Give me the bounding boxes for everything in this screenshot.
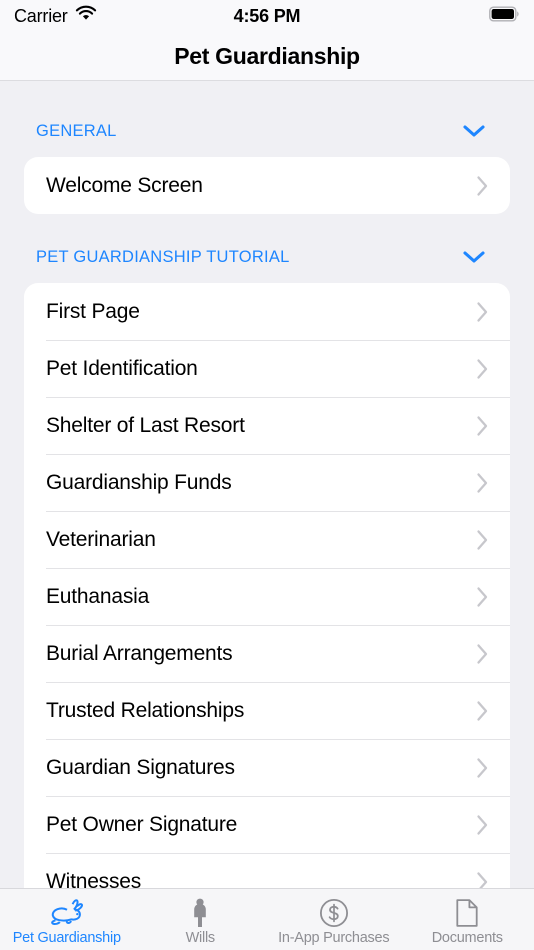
rabbit-icon: [49, 898, 85, 928]
wifi-icon: [75, 5, 97, 27]
chevron-right-icon: [472, 585, 492, 609]
tab-bar: Pet Guardianship Wills In-App Purchases Doc…: [0, 888, 534, 950]
person-icon: [189, 898, 211, 928]
dollar-circle-icon: [319, 898, 349, 928]
list-item[interactable]: Veterinarian: [24, 511, 510, 568]
list-item[interactable]: First Page: [24, 283, 510, 340]
section-header[interactable]: PET GUARDIANSHIP TUTORIAL: [0, 244, 534, 270]
chevron-right-icon: [472, 756, 492, 780]
document-icon: [455, 898, 479, 928]
list-item-label: Veterinarian: [46, 527, 156, 551]
chevron-right-icon: [472, 642, 492, 666]
tab-label: Wills: [185, 929, 216, 946]
chevron-right-icon: [472, 300, 492, 324]
status-bar-left: Carrier: [14, 5, 97, 27]
navigation-bar: Pet Guardianship: [0, 32, 534, 81]
tab-label: Documents: [431, 929, 503, 946]
chevron-right-icon: [472, 699, 492, 723]
list-item-label: Pet Identification: [46, 356, 198, 380]
battery-full-icon: [489, 6, 520, 27]
list-item-label: Shelter of Last Resort: [46, 413, 245, 437]
list-item[interactable]: Shelter of Last Resort: [24, 397, 510, 454]
tab-in-app-purchases[interactable]: In-App Purchases: [267, 889, 401, 950]
chevron-down-icon[interactable]: [461, 244, 487, 270]
tab-documents[interactable]: Documents: [401, 889, 534, 950]
list-item-label: Trusted Relationships: [46, 698, 245, 722]
page-title: Pet Guardianship: [174, 42, 360, 69]
chevron-right-icon: [472, 174, 492, 198]
list-item-label: Pet Owner Signature: [46, 812, 238, 836]
section-general: GENERAL Welcome Screen: [0, 118, 534, 214]
tab-label: In-App Purchases: [278, 929, 390, 946]
list-item-label: Guardianship Funds: [46, 470, 232, 494]
tab-pet-guardianship[interactable]: Pet Guardianship: [0, 889, 134, 950]
list-item[interactable]: Welcome Screen: [24, 157, 510, 214]
list-item[interactable]: Trusted Relationships: [24, 682, 510, 739]
chevron-right-icon: [472, 471, 492, 495]
tab-wills[interactable]: Wills: [134, 889, 268, 950]
app-screen: Carrier 4:56 PM Pet Guardianship GENERAL…: [0, 0, 534, 950]
chevron-right-icon: [472, 414, 492, 438]
list-item-label: Burial Arrangements: [46, 641, 233, 665]
chevron-right-icon: [472, 528, 492, 552]
section-header[interactable]: GENERAL: [0, 118, 534, 144]
status-bar-right: [489, 6, 520, 27]
list-item[interactable]: Pet Identification: [24, 340, 510, 397]
list-item[interactable]: Euthanasia: [24, 568, 510, 625]
list-item[interactable]: Guardian Signatures: [24, 739, 510, 796]
tab-label: Pet Guardianship: [12, 929, 121, 946]
section-title: GENERAL: [36, 121, 117, 140]
carrier-label: Carrier: [14, 5, 68, 26]
sections-list: GENERAL Welcome Screen PET GUARDIANSHIP TU…: [0, 81, 534, 910]
list-item-label: Guardian Signatures: [46, 755, 235, 779]
content-area[interactable]: GENERAL Welcome Screen PET GUARDIANSHIP TU…: [0, 81, 534, 950]
list-item-label: Euthanasia: [46, 584, 150, 608]
chevron-right-icon: [472, 813, 492, 837]
status-bar: Carrier 4:56 PM: [0, 0, 534, 32]
section-pet-guardianship-tutorial: PET GUARDIANSHIP TUTORIAL First Page Pet I…: [0, 244, 534, 910]
list-item[interactable]: Guardianship Funds: [24, 454, 510, 511]
chevron-down-icon[interactable]: [461, 118, 487, 144]
list-item[interactable]: Burial Arrangements: [24, 625, 510, 682]
chevron-right-icon: [472, 357, 492, 381]
list-item-label: First Page: [46, 299, 140, 323]
list-item-label: Welcome Screen: [46, 173, 203, 197]
section-card: Welcome Screen: [24, 157, 510, 214]
section-card: First Page Pet Identification Shelter of L…: [24, 283, 510, 910]
section-title: PET GUARDIANSHIP TUTORIAL: [36, 247, 290, 266]
list-item[interactable]: Pet Owner Signature: [24, 796, 510, 853]
